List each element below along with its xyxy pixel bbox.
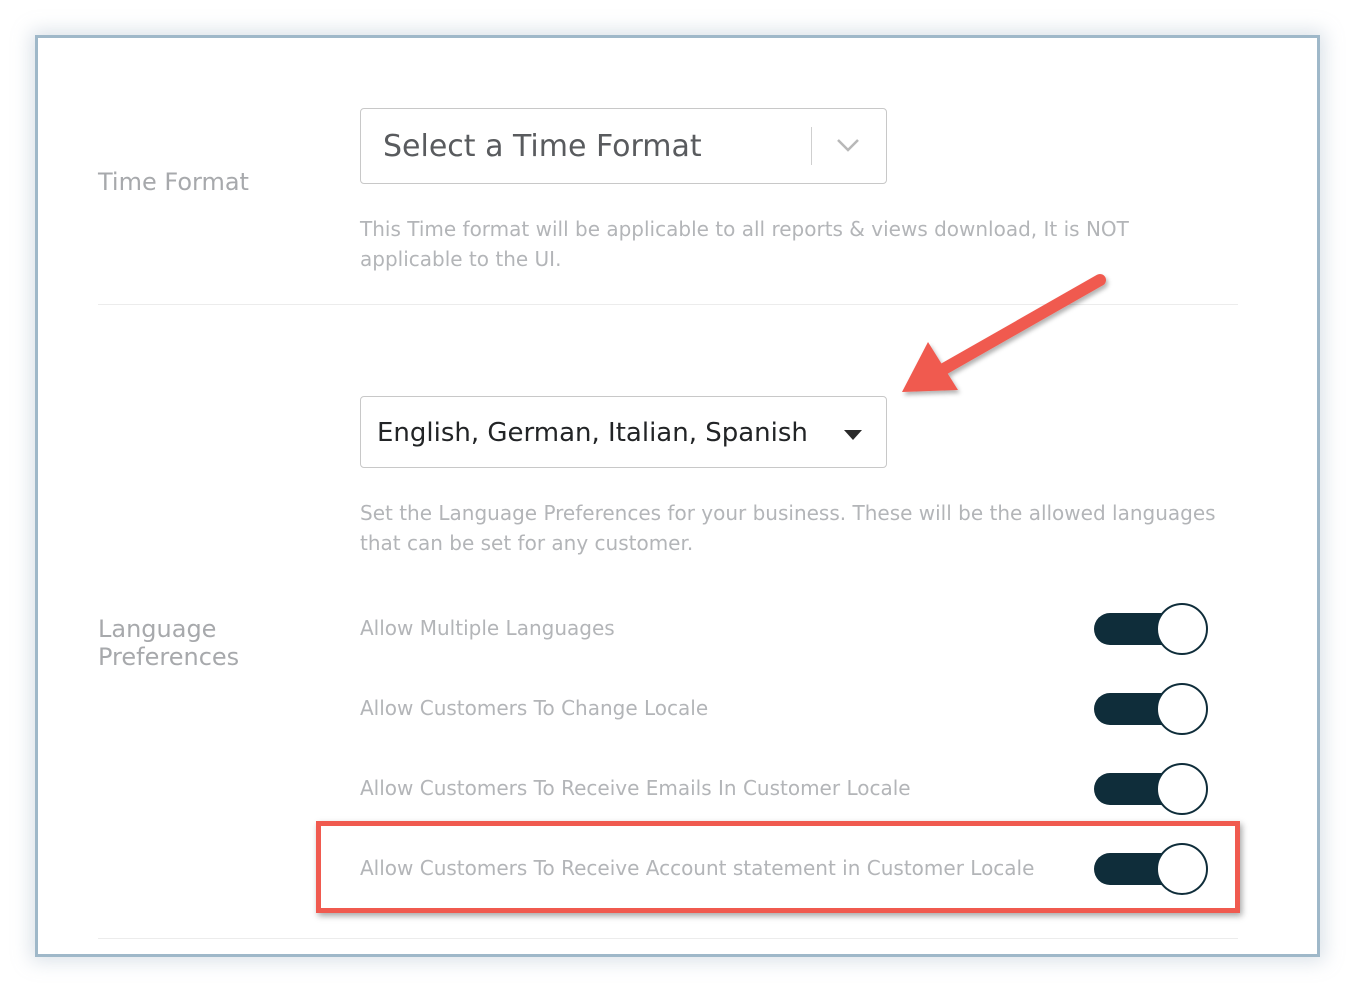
- toggle-knob: [1156, 763, 1208, 815]
- option-label-change-locale: Allow Customers To Change Locale: [360, 696, 709, 720]
- time-format-select[interactable]: Select a Time Format: [360, 108, 887, 184]
- highlight-box-annotation: [316, 821, 1240, 913]
- language-help-text: Set the Language Preferences for your bu…: [360, 501, 1216, 555]
- language-select[interactable]: English, German, Italian, Spanish: [360, 396, 887, 468]
- language-preferences-label: Language Preferences: [98, 615, 240, 671]
- toggle-multiple-languages[interactable]: [1094, 603, 1208, 655]
- select-separator: [811, 127, 812, 165]
- chevron-down-icon[interactable]: [835, 136, 861, 158]
- arrow-annotation-icon: [902, 274, 1106, 392]
- language-select-value: English, German, Italian, Spanish: [377, 418, 808, 448]
- caret-down-icon[interactable]: [843, 426, 863, 445]
- option-label-multiple-languages: Allow Multiple Languages: [360, 616, 615, 640]
- time-format-label: Time Format: [98, 168, 249, 196]
- toggle-change-locale[interactable]: [1094, 683, 1208, 735]
- section-divider-bottom: [98, 938, 1238, 939]
- toggle-knob: [1156, 683, 1208, 735]
- toggle-emails-locale[interactable]: [1094, 763, 1208, 815]
- option-label-emails-locale: Allow Customers To Receive Emails In Cus…: [360, 776, 911, 800]
- toggle-knob: [1156, 603, 1208, 655]
- time-format-select-placeholder: Select a Time Format: [383, 129, 702, 164]
